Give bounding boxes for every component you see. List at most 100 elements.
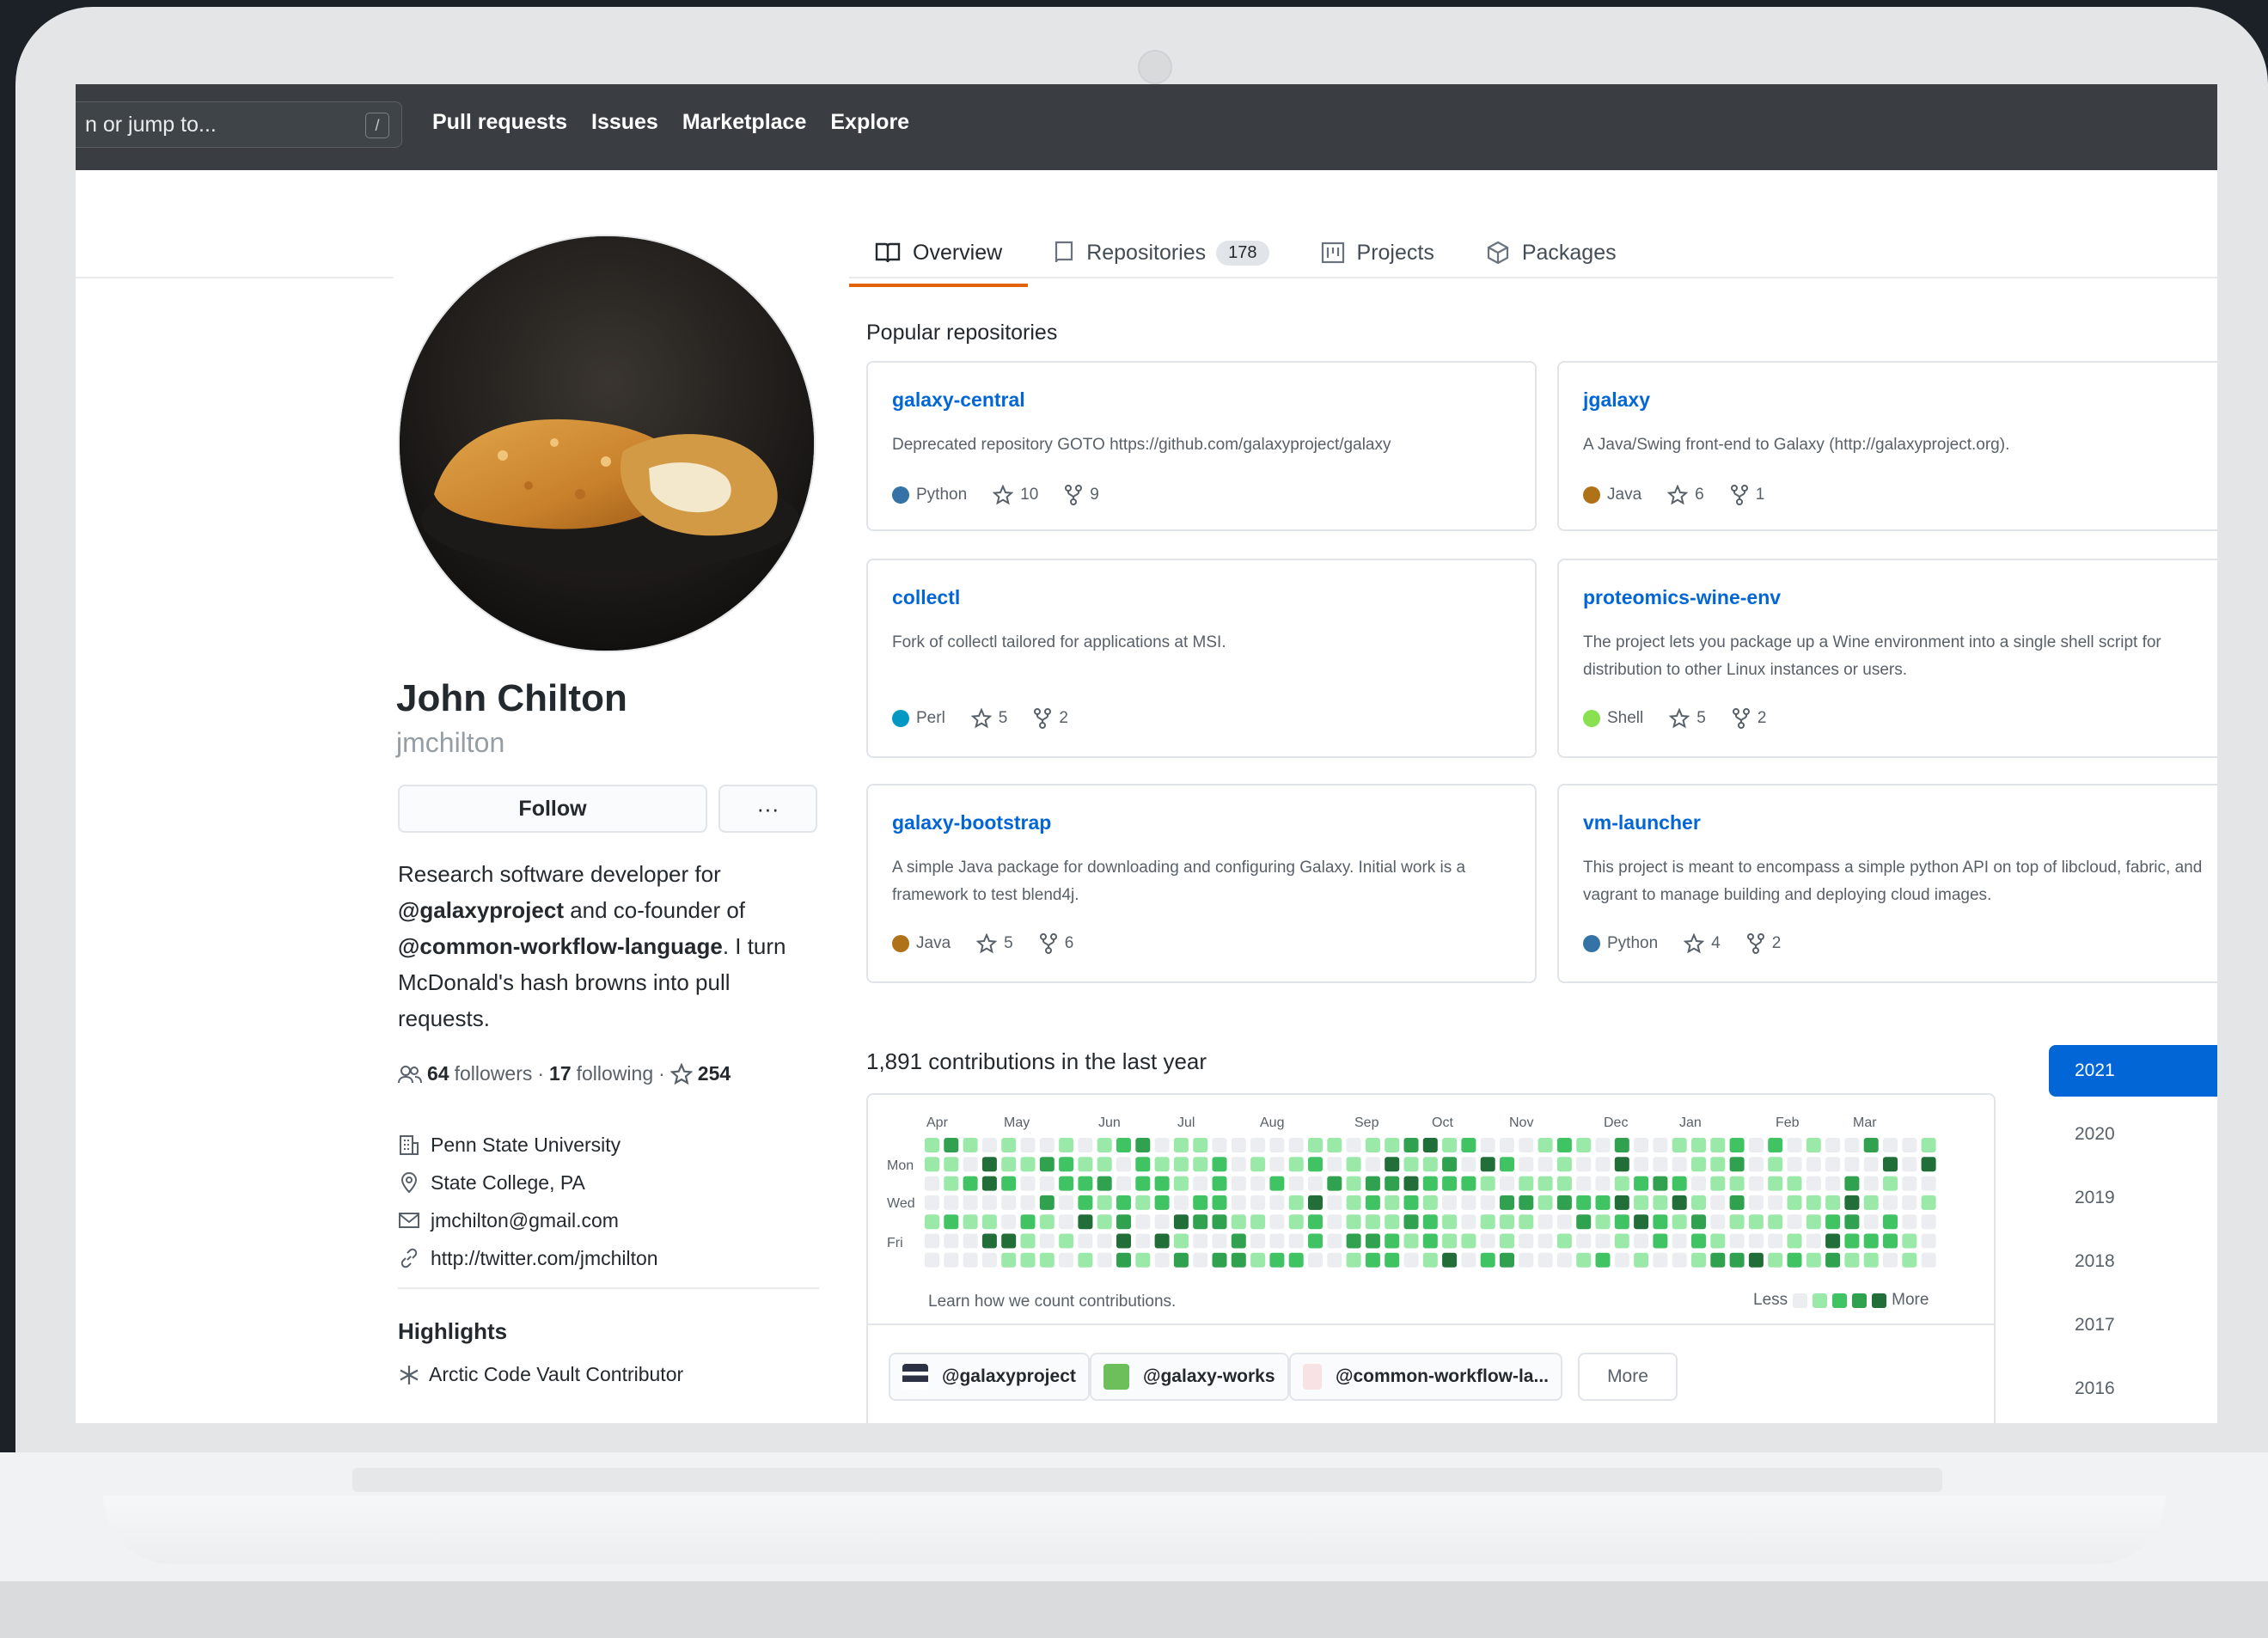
bio-org-mention[interactable]: @common-workflow-language xyxy=(398,933,723,959)
contribution-day[interactable] xyxy=(1921,1252,1936,1268)
contribution-day[interactable] xyxy=(1672,1176,1687,1191)
contribution-day[interactable] xyxy=(1001,1176,1017,1191)
contribution-day[interactable] xyxy=(1250,1157,1266,1172)
contribution-day[interactable] xyxy=(981,1176,997,1191)
contribution-day[interactable] xyxy=(1634,1252,1649,1268)
contribution-day[interactable] xyxy=(1710,1252,1726,1268)
contribution-day[interactable] xyxy=(981,1214,997,1230)
contribution-day[interactable] xyxy=(1556,1233,1572,1249)
contribution-day[interactable] xyxy=(1844,1214,1860,1230)
contribution-day[interactable] xyxy=(1806,1195,1821,1210)
avatar[interactable] xyxy=(398,235,816,652)
contribution-day[interactable] xyxy=(1173,1138,1189,1152)
contribution-day[interactable] xyxy=(1710,1214,1726,1230)
contribution-day[interactable] xyxy=(1672,1252,1687,1268)
contribution-day[interactable] xyxy=(1269,1157,1285,1172)
tab-repositories[interactable]: Repositories 178 xyxy=(1028,229,1294,277)
contribution-day[interactable] xyxy=(1519,1233,1534,1249)
contribution-day[interactable] xyxy=(1595,1138,1611,1152)
contribution-day[interactable] xyxy=(1250,1214,1266,1230)
contribution-day[interactable] xyxy=(1385,1252,1400,1268)
org-filter-galaxy-works[interactable]: @galaxy-works xyxy=(1090,1353,1289,1401)
contribution-day[interactable] xyxy=(1691,1233,1706,1249)
nav-pull-requests[interactable]: Pull requests xyxy=(432,110,567,135)
contribution-day[interactable] xyxy=(1422,1252,1438,1268)
contribution-day[interactable] xyxy=(1365,1195,1380,1210)
contribution-day[interactable] xyxy=(1250,1176,1266,1191)
contribution-day[interactable] xyxy=(1902,1214,1917,1230)
contribution-day[interactable] xyxy=(1059,1252,1074,1268)
contribution-day[interactable] xyxy=(1154,1214,1170,1230)
contribution-day[interactable] xyxy=(1193,1233,1208,1249)
contribution-day[interactable] xyxy=(1768,1233,1783,1249)
contribution-day[interactable] xyxy=(1691,1157,1706,1172)
contribution-day[interactable] xyxy=(944,1195,959,1210)
contribution-day[interactable] xyxy=(1461,1195,1476,1210)
contribution-day[interactable] xyxy=(1614,1195,1629,1210)
contribution-day[interactable] xyxy=(1039,1195,1055,1210)
repo-forks[interactable]: 2 xyxy=(1033,708,1068,729)
contribution-day[interactable] xyxy=(981,1252,997,1268)
contribution-day[interactable] xyxy=(1097,1252,1112,1268)
contribution-day[interactable] xyxy=(1691,1252,1706,1268)
contribution-day[interactable] xyxy=(1921,1214,1936,1230)
contribution-day[interactable] xyxy=(1883,1252,1898,1268)
contribution-day[interactable] xyxy=(925,1214,939,1230)
contribution-day[interactable] xyxy=(1653,1252,1668,1268)
contribution-day[interactable] xyxy=(1863,1214,1879,1230)
contribution-day[interactable] xyxy=(1422,1138,1438,1152)
contribution-day[interactable] xyxy=(1078,1157,1093,1172)
contribution-day[interactable] xyxy=(1634,1214,1649,1230)
contribution-day[interactable] xyxy=(1193,1176,1208,1191)
contribution-day[interactable] xyxy=(1250,1233,1266,1249)
contribution-day[interactable] xyxy=(1825,1176,1841,1191)
contribution-day[interactable] xyxy=(1614,1233,1629,1249)
contribution-day[interactable] xyxy=(1097,1176,1112,1191)
contribution-day[interactable] xyxy=(1327,1233,1342,1249)
contribution-day[interactable] xyxy=(1154,1252,1170,1268)
contribution-day[interactable] xyxy=(1308,1252,1323,1268)
contribution-day[interactable] xyxy=(1173,1252,1189,1268)
contribution-day[interactable] xyxy=(1231,1138,1246,1152)
contribution-day[interactable] xyxy=(1308,1233,1323,1249)
contribution-day[interactable] xyxy=(1212,1138,1227,1152)
contribution-day[interactable] xyxy=(1020,1176,1036,1191)
contribution-day[interactable] xyxy=(944,1176,959,1191)
contribution-day[interactable] xyxy=(1173,1157,1189,1172)
contribution-day[interactable] xyxy=(1116,1233,1131,1249)
contribution-day[interactable] xyxy=(1250,1252,1266,1268)
contribution-day[interactable] xyxy=(1250,1195,1266,1210)
contribution-day[interactable] xyxy=(925,1138,939,1152)
repo-stars[interactable]: 10 xyxy=(993,485,1038,505)
repo-stars[interactable]: 5 xyxy=(976,933,1013,954)
contribution-day[interactable] xyxy=(1020,1214,1036,1230)
contribution-day[interactable] xyxy=(1442,1138,1458,1152)
contribution-day[interactable] xyxy=(1480,1195,1495,1210)
contribution-day[interactable] xyxy=(944,1252,959,1268)
contribution-day[interactable] xyxy=(1921,1195,1936,1210)
contribution-day[interactable] xyxy=(1193,1214,1208,1230)
nav-explore[interactable]: Explore xyxy=(830,110,909,135)
contribution-day[interactable] xyxy=(1883,1233,1898,1249)
contribution-day[interactable] xyxy=(963,1252,978,1268)
contribution-day[interactable] xyxy=(981,1157,997,1172)
contribution-day[interactable] xyxy=(1672,1233,1687,1249)
contribution-day[interactable] xyxy=(1231,1252,1246,1268)
learn-contributions-link[interactable]: Learn how we count contributions. xyxy=(928,1293,1176,1311)
contribution-day[interactable] xyxy=(1634,1195,1649,1210)
contribution-day[interactable] xyxy=(1883,1195,1898,1210)
contribution-day[interactable] xyxy=(1595,1252,1611,1268)
contribution-day[interactable] xyxy=(1519,1195,1534,1210)
contribution-day[interactable] xyxy=(1288,1157,1304,1172)
contribution-day[interactable] xyxy=(1748,1138,1764,1152)
contribution-day[interactable] xyxy=(1921,1157,1936,1172)
contribution-day[interactable] xyxy=(1787,1176,1802,1191)
contribution-day[interactable] xyxy=(1787,1252,1802,1268)
contribution-day[interactable] xyxy=(1327,1157,1342,1172)
contribution-day[interactable] xyxy=(1288,1195,1304,1210)
contribution-day[interactable] xyxy=(1787,1214,1802,1230)
contribution-day[interactable] xyxy=(1595,1176,1611,1191)
contribution-day[interactable] xyxy=(1768,1176,1783,1191)
contribution-day[interactable] xyxy=(925,1157,939,1172)
year-link[interactable]: 2016 xyxy=(2049,1363,2217,1415)
